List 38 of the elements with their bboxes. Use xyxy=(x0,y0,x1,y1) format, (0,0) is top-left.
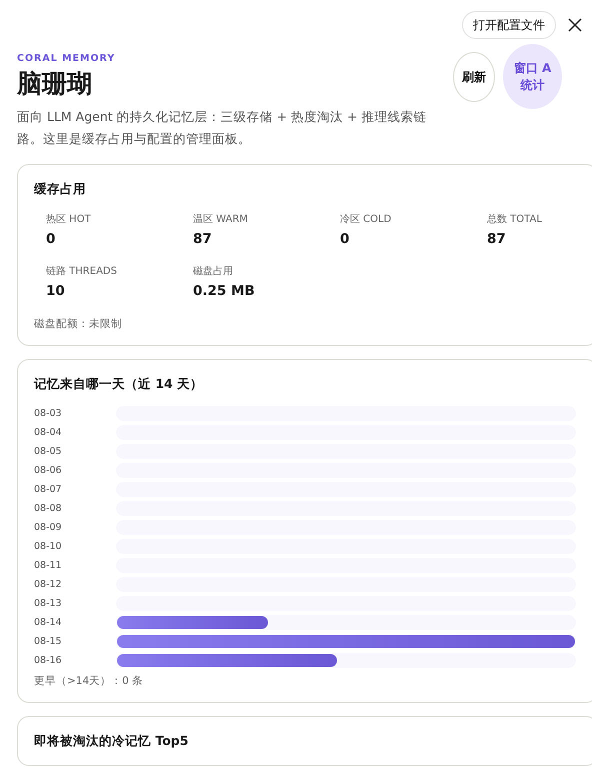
stat-value: 0 xyxy=(46,230,56,249)
stat-value: 10 xyxy=(46,282,66,301)
date-label: 08-08 xyxy=(34,503,63,514)
refresh-button[interactable]: 刷新 xyxy=(453,52,495,102)
stat-label: 链路 THREADS xyxy=(46,265,118,279)
eyebrow-label: CORAL MEMORY xyxy=(17,53,116,64)
stat-value: 87 xyxy=(193,230,213,249)
stat-label: 总数 TOTAL xyxy=(487,213,543,227)
stat-label: 热区 HOT xyxy=(46,213,92,227)
open-config-button[interactable]: 打开配置文件 xyxy=(462,11,556,39)
stat-value: 87 xyxy=(487,230,507,249)
quota-note: 磁盘配额：未限制 xyxy=(34,317,123,331)
date-label: 08-13 xyxy=(34,598,63,609)
page-description: 面向 LLM Agent 的持久化记忆层：三级存储 + 热度淘汰 + 推理线索链路。这里是缓存占用与配置的管理面板。 xyxy=(17,108,427,148)
date-label: 08-14 xyxy=(34,617,63,628)
date-label: 08-04 xyxy=(34,427,63,438)
page-title: 脑珊瑚 xyxy=(17,68,93,100)
stats-button[interactable]: 窗口 A 统计 xyxy=(503,44,562,109)
date-label: 08-10 xyxy=(34,541,63,552)
date-label: 08-12 xyxy=(34,579,63,590)
card-title: 缓存占用 xyxy=(34,180,87,198)
older-count-note: 更早（>14天）：0 条 xyxy=(34,674,144,688)
card-title: 记忆来自哪一天（近 14 天） xyxy=(34,375,204,393)
date-label: 08-15 xyxy=(34,636,63,647)
date-label: 08-03 xyxy=(34,408,63,419)
date-label: 08-09 xyxy=(34,522,63,533)
card-title: 即将被淘汰的冷记忆 Top5 xyxy=(34,732,190,750)
date-label: 08-06 xyxy=(34,465,63,476)
stat-label: 温区 WARM xyxy=(193,213,249,227)
stat-label: 磁盘占用 xyxy=(193,265,234,279)
stat-value: 0.25 MB xyxy=(193,282,256,301)
close-icon[interactable] xyxy=(568,18,582,32)
stat-value: 0 xyxy=(340,230,350,249)
date-label: 08-16 xyxy=(34,655,63,666)
date-label: 08-05 xyxy=(34,446,63,457)
date-label: 08-07 xyxy=(34,484,63,495)
date-label: 08-11 xyxy=(34,560,63,571)
stat-label: 冷区 COLD xyxy=(340,213,392,227)
